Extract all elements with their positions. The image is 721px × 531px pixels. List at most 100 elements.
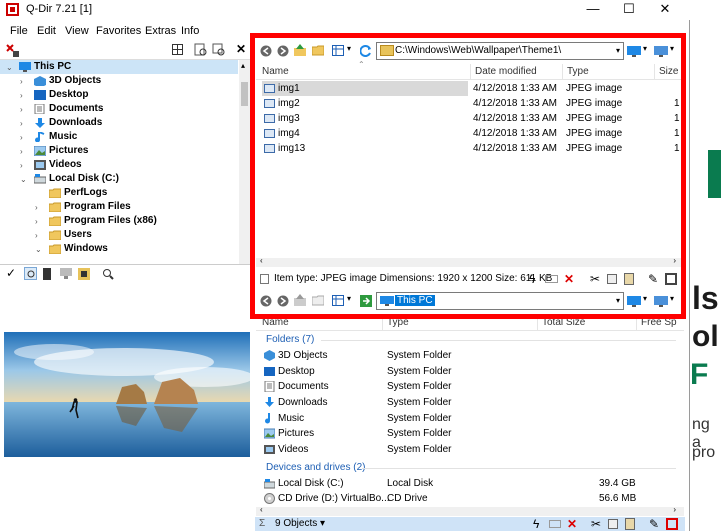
desktop-view-icon[interactable] [654, 46, 668, 57]
folder-row-videos[interactable]: Videos System Folder [262, 442, 682, 457]
mail-icon[interactable] [549, 520, 561, 528]
column-date-modified[interactable]: Date modified [470, 64, 537, 80]
close-button[interactable]: ✕ [647, 0, 683, 20]
pane1-address-bar[interactable]: C:\Windows\Web\Wallpaper\Theme1\ ▾ [376, 42, 624, 60]
up-folder-icon[interactable] [294, 44, 306, 56]
flash-icon[interactable]: ϟ [529, 270, 535, 288]
address-dropdown-icon[interactable]: ▾ [616, 293, 620, 309]
pictures-icon[interactable] [78, 268, 90, 280]
column-free-space[interactable]: Free Sp [636, 315, 677, 331]
tree-root-icon[interactable] [6, 44, 20, 58]
mail-icon[interactable] [545, 275, 558, 283]
grid-icon[interactable] [172, 44, 183, 55]
tree-item-program-files-x86[interactable]: › Program Files (x86) [0, 214, 238, 228]
scroll-right-icon[interactable]: › [673, 505, 676, 514]
copy-icon[interactable] [607, 274, 617, 284]
paste-icon[interactable] [625, 518, 635, 530]
screen-icon[interactable] [60, 268, 72, 280]
expand-chevron-icon[interactable]: › [20, 103, 28, 117]
cut-icon[interactable]: ✂ [590, 270, 600, 288]
forward-icon[interactable] [277, 295, 289, 307]
folder-row-pictures[interactable]: Pictures System Folder [262, 426, 682, 441]
delete-icon[interactable]: ✕ [564, 270, 574, 288]
monitor-icon[interactable] [627, 46, 641, 57]
collapse-chevron-icon[interactable]: ⌄ [6, 61, 14, 75]
drive-row-cd-drive[interactable]: CD Drive (D:) VirtualBo... CD Drive 56.6… [262, 491, 682, 506]
scroll-left-icon[interactable]: ‹ [260, 256, 263, 265]
expand-chevron-icon[interactable]: › [20, 131, 28, 145]
view-dropdown-icon[interactable]: ▾ [347, 294, 351, 303]
open-folder-icon[interactable] [312, 44, 324, 56]
expand-chevron-icon[interactable]: › [20, 159, 28, 173]
view-dropdown-icon[interactable]: ▾ [347, 44, 351, 53]
pane2-hscrollbar[interactable]: ‹ › [256, 505, 684, 516]
view-mode-icon[interactable] [332, 45, 344, 57]
back-icon[interactable] [260, 295, 272, 307]
tree-item-documents[interactable]: › Documents [0, 102, 238, 116]
desktop-dropdown-icon[interactable]: ▾ [670, 294, 674, 303]
menu-edit[interactable]: Edit [37, 25, 56, 37]
edit-pen-icon[interactable]: ✎ [648, 270, 658, 288]
tree-item-pictures[interactable]: › Pictures [0, 144, 238, 158]
view-mode-icon[interactable] [332, 295, 344, 307]
minimize-button[interactable]: — [575, 0, 611, 20]
expand-chevron-icon[interactable]: › [35, 215, 43, 229]
menu-extras[interactable]: Extras [145, 25, 176, 37]
tree-item-users[interactable]: › Users [0, 228, 238, 242]
title-bar[interactable]: Q-Dir 7.21 [1] — ☐ ✕ [0, 0, 690, 20]
tree-item-local-disk[interactable]: ⌄ Local Disk (C:) [0, 172, 238, 186]
open-folder-icon[interactable] [312, 294, 324, 306]
back-icon[interactable] [260, 45, 272, 57]
group-header-folders[interactable]: Folders (7) [266, 334, 314, 345]
expand-chevron-icon[interactable]: › [20, 89, 28, 103]
properties-icon[interactable] [665, 273, 677, 285]
maximize-button[interactable]: ☐ [611, 0, 647, 20]
file-row-img2[interactable]: img2 4/12/2018 1:33 AM JPEG image 1 [262, 96, 682, 111]
group-header-devices[interactable]: Devices and drives (2) [266, 462, 365, 473]
menu-favorites[interactable]: Favorites [96, 25, 141, 37]
desktop-view-icon[interactable] [654, 296, 668, 307]
scroll-thumb[interactable] [241, 82, 248, 106]
phone-icon[interactable] [42, 268, 52, 280]
refresh-icon[interactable] [360, 45, 372, 57]
tree-item-music[interactable]: › Music [0, 130, 238, 144]
menu-info[interactable]: Info [181, 25, 199, 37]
folder-row-3d-objects[interactable]: 3D Objects System Folder [262, 348, 682, 363]
document-search-icon[interactable] [194, 43, 207, 56]
cut-icon[interactable]: ✂ [591, 517, 601, 531]
tree-item-3d-objects[interactable]: › 3D Objects [0, 74, 238, 88]
column-type[interactable]: Type [382, 315, 409, 331]
monitor-dropdown-icon[interactable]: ▾ [643, 44, 647, 53]
menu-file[interactable]: File [10, 25, 28, 37]
tree-item-desktop[interactable]: › Desktop [0, 88, 238, 102]
up-folder-icon[interactable] [294, 294, 306, 306]
expand-chevron-icon[interactable]: › [35, 201, 43, 215]
column-size[interactable]: Size [654, 64, 678, 80]
scroll-right-icon[interactable]: › [673, 256, 676, 265]
zoom-preview-icon[interactable] [24, 267, 37, 280]
pane2-status-text[interactable]: 9 Objects ▾ [275, 517, 325, 531]
desktop-dropdown-icon[interactable]: ▾ [670, 44, 674, 53]
search-icon[interactable] [102, 268, 114, 280]
file-row-img4[interactable]: img4 4/12/2018 1:33 AM JPEG image 1 [262, 126, 682, 141]
collapse-chevron-icon[interactable]: ⌄ [20, 173, 28, 187]
folder-row-desktop[interactable]: Desktop System Folder [262, 364, 682, 379]
tree-item-program-files[interactable]: › Program Files [0, 200, 238, 214]
filter-search-icon[interactable] [212, 43, 225, 56]
column-total-size[interactable]: Total Size [537, 315, 585, 331]
go-arrow-icon[interactable] [360, 295, 372, 307]
tree-item-perflogs[interactable]: PerfLogs [0, 186, 238, 200]
file-row-img3[interactable]: img3 4/12/2018 1:33 AM JPEG image 1 [262, 111, 682, 126]
checkmark-icon[interactable]: ✓ [6, 266, 16, 280]
copy-icon[interactable] [608, 519, 618, 529]
folder-row-music[interactable]: Music System Folder [262, 411, 682, 426]
tree-item-downloads[interactable]: › Downloads [0, 116, 238, 130]
tree-scrollbar[interactable]: ▴ [239, 60, 250, 264]
column-name[interactable]: Name [262, 315, 289, 331]
forward-icon[interactable] [277, 45, 289, 57]
expand-chevron-icon[interactable]: › [20, 75, 28, 89]
pane2-address-bar[interactable]: This PC ▾ [376, 292, 624, 310]
drive-row-local-disk[interactable]: Local Disk (C:) Local Disk 39.4 GB [262, 476, 682, 491]
tree-item-videos[interactable]: › Videos [0, 158, 238, 172]
menu-view[interactable]: View [65, 25, 89, 37]
